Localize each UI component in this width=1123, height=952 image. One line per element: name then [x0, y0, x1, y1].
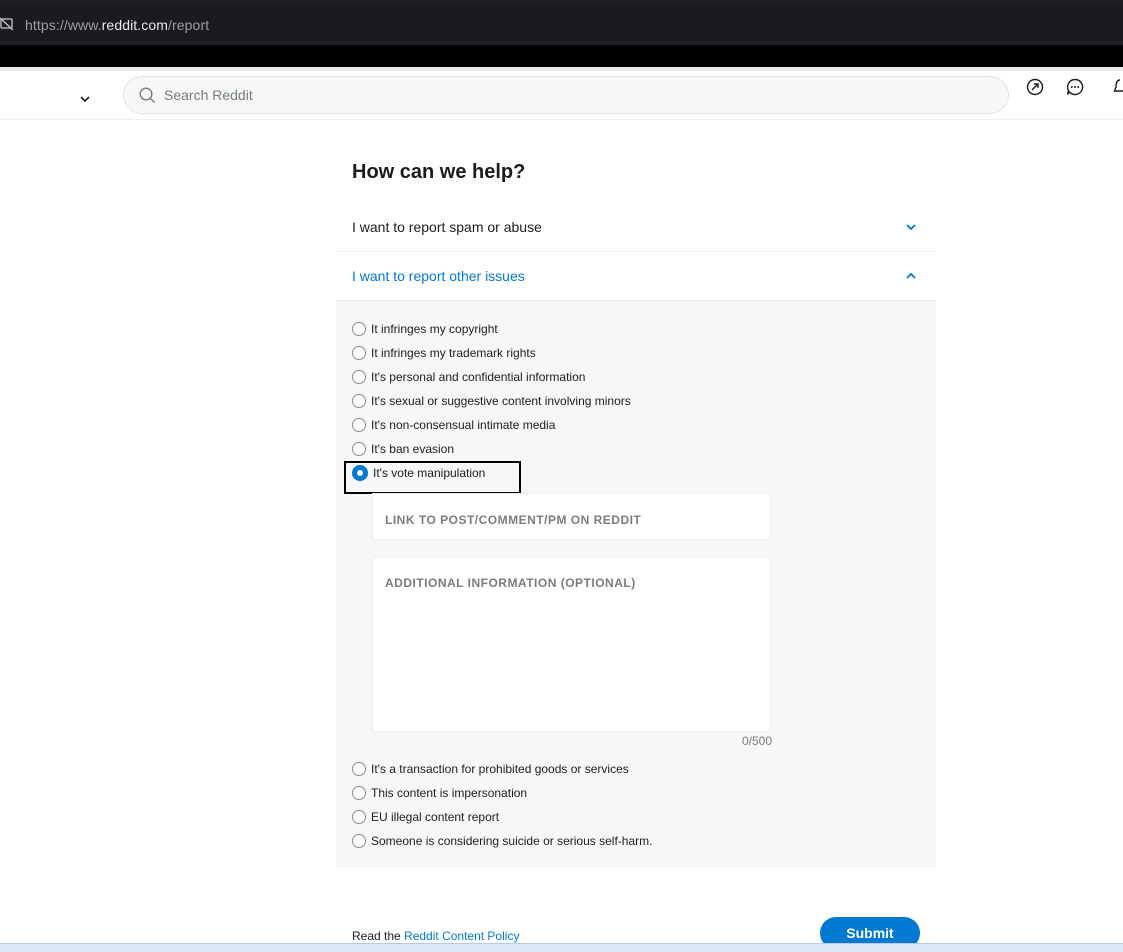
radio-button[interactable] [352, 810, 366, 824]
url-text[interactable]: https://www.reddit.com/report [25, 17, 209, 33]
accordion-label: I want to report spam or abuse [352, 219, 542, 235]
policy-prefix: Read the [352, 929, 401, 943]
option-label: It infringes my trademark rights [371, 346, 536, 360]
url-prefix: https://www. [25, 17, 102, 33]
address-field[interactable]: https://www.reddit.com/report [0, 3, 1123, 41]
accordion-label: I want to report other issues [352, 268, 525, 284]
option-copyright[interactable]: It infringes my copyright [352, 319, 498, 339]
option-minors[interactable]: It's sexual or suggestive content involv… [352, 391, 631, 411]
accordion-spam-abuse[interactable]: I want to report spam or abuse [336, 203, 936, 252]
radio-button[interactable] [352, 442, 366, 456]
option-eu-illegal[interactable]: EU illegal content report [352, 807, 499, 827]
site-info-icon[interactable] [0, 17, 14, 31]
url-domain: reddit.com [101, 17, 169, 33]
accordion-other-issues[interactable]: I want to report other issues [336, 252, 936, 301]
radio-button[interactable] [352, 394, 366, 408]
radio-button[interactable] [352, 418, 366, 432]
option-label: Someone is considering suicide or seriou… [371, 834, 653, 848]
radio-button[interactable] [352, 346, 366, 360]
option-self-harm[interactable]: Someone is considering suicide or seriou… [352, 831, 652, 851]
policy-note: Read the Reddit Content Policy [352, 929, 519, 943]
option-intimate-media[interactable]: It's non-consensual intimate media [352, 415, 555, 435]
option-impersonation[interactable]: This content is impersonation [352, 783, 527, 803]
content-policy-link[interactable]: Reddit Content Policy [404, 929, 519, 943]
focus-highlight-box [344, 461, 521, 494]
search-input[interactable]: Search Reddit [123, 76, 1009, 114]
page-title: How can we help? [352, 161, 526, 183]
chevron-up-icon [906, 272, 916, 279]
chat-icon[interactable] [1066, 78, 1084, 96]
option-ban-evasion[interactable]: It's ban evasion [352, 439, 454, 459]
popular-arrow-icon[interactable] [1026, 78, 1044, 96]
option-prohibited-transaction[interactable]: It's a transaction for prohibited goods … [352, 759, 629, 779]
radio-button[interactable] [352, 762, 366, 776]
search-icon [139, 87, 155, 103]
radio-button[interactable] [352, 370, 366, 384]
notification-bell-icon[interactable] [1111, 78, 1123, 96]
option-label: It's a transaction for prohibited goods … [371, 762, 629, 776]
option-label: It's personal and confidential informati… [371, 370, 586, 384]
char-counter: 0/500 [741, 734, 772, 748]
bottom-bar [0, 943, 1123, 952]
option-label: It infringes my copyright [371, 322, 498, 336]
search-placeholder: Search Reddit [164, 87, 253, 103]
site-header: Search Reddit [0, 71, 1123, 120]
chevron-down-icon [906, 224, 916, 231]
option-label: It's sexual or suggestive content involv… [371, 394, 631, 408]
additional-info-textarea[interactable]: ADDITIONAL INFORMATION (OPTIONAL) [372, 557, 771, 732]
radio-button[interactable] [352, 322, 366, 336]
option-label: EU illegal content report [371, 810, 500, 824]
url-path: /report [168, 17, 210, 33]
option-label: It's ban evasion [371, 442, 455, 456]
additional-info-placeholder: ADDITIONAL INFORMATION (OPTIONAL) [385, 576, 636, 590]
option-trademark[interactable]: It infringes my trademark rights [352, 343, 536, 363]
redacted-bookmarks-bar [0, 45, 1123, 67]
browser-address-bar: https://www.reddit.com/report [0, 0, 1123, 45]
option-personal-info[interactable]: It's personal and confidential informati… [352, 367, 585, 387]
option-label: This content is impersonation [371, 786, 528, 800]
radio-button[interactable] [352, 834, 366, 848]
link-input-placeholder: LINK TO POST/COMMENT/PM ON REDDIT [385, 513, 642, 527]
chevron-down-icon[interactable] [79, 94, 91, 104]
link-input[interactable]: LINK TO POST/COMMENT/PM ON REDDIT [372, 493, 771, 540]
radio-button[interactable] [352, 786, 366, 800]
option-label: It's non-consensual intimate media [371, 418, 556, 432]
